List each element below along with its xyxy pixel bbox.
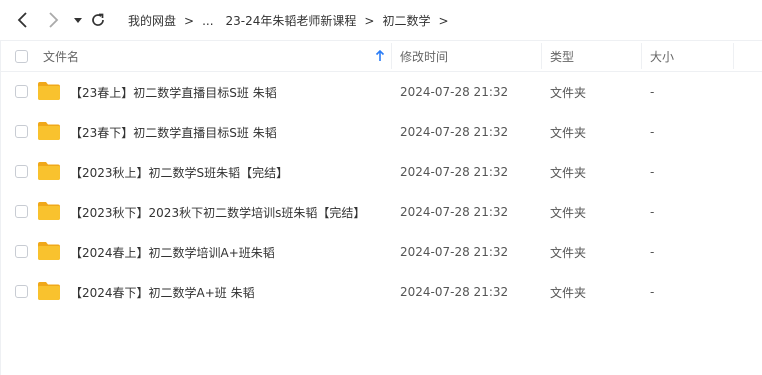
column-header-modified[interactable]: 修改时间 — [400, 41, 448, 72]
folder-icon — [38, 202, 60, 220]
table-header: 文件名 修改时间 类型 大小 — [0, 40, 762, 72]
history-dropdown-button[interactable] — [68, 10, 88, 30]
folder-icon — [38, 122, 60, 140]
chevron-right-icon — [49, 12, 59, 28]
file-name[interactable]: 【2023秋上】初二数学S班朱韬【完结】 — [70, 152, 288, 192]
file-size: - — [650, 245, 655, 259]
refresh-button[interactable] — [88, 10, 108, 30]
table-row[interactable]: 【2024春下】初二数学A+班 朱韬 2024-07-28 21:32 文件夹 … — [0, 272, 762, 312]
table-row[interactable]: 【23春上】初二数学直播目标S班 朱韬 2024-07-28 21:32 文件夹… — [0, 72, 762, 112]
caret-down-icon — [74, 18, 82, 23]
breadcrumb: 我的网盘 > ... 23-24年朱韬老师新课程 > 初二数学 > — [128, 12, 457, 29]
file-size: - — [650, 285, 655, 299]
row-checkbox[interactable] — [15, 85, 28, 98]
column-header-type[interactable]: 类型 — [550, 41, 574, 72]
column-divider — [391, 43, 392, 69]
column-header-name[interactable]: 文件名 — [43, 41, 79, 72]
file-type: 文件夹 — [550, 85, 587, 100]
file-name[interactable]: 【23春上】初二数学直播目标S班 朱韬 — [70, 72, 277, 112]
row-checkbox[interactable] — [15, 245, 28, 258]
file-name[interactable]: 【23春下】初二数学直播目标S班 朱韬 — [70, 112, 277, 152]
table-row[interactable]: 【2023秋上】初二数学S班朱韬【完结】 2024-07-28 21:32 文件… — [0, 152, 762, 192]
file-type: 文件夹 — [550, 125, 587, 140]
file-size: - — [650, 205, 655, 219]
row-checkbox[interactable] — [15, 165, 28, 178]
breadcrumb-separator: > — [438, 13, 449, 28]
select-all-checkbox[interactable] — [15, 50, 28, 63]
file-size: - — [650, 125, 655, 139]
file-modified: 2024-07-28 21:32 — [400, 245, 509, 259]
row-checkbox[interactable] — [15, 205, 28, 218]
chevron-left-icon — [17, 12, 27, 28]
folder-icon — [38, 82, 60, 100]
row-checkbox[interactable] — [15, 125, 28, 138]
column-header-size[interactable]: 大小 — [650, 41, 674, 72]
file-size: - — [650, 85, 655, 99]
file-type: 文件夹 — [550, 205, 587, 220]
breadcrumb-item-course[interactable]: 23-24年朱韬老师新课程 — [226, 12, 357, 29]
file-modified: 2024-07-28 21:32 — [400, 85, 509, 99]
column-divider — [641, 43, 642, 69]
file-modified: 2024-07-28 21:32 — [400, 165, 509, 179]
row-checkbox[interactable] — [15, 285, 28, 298]
table-row[interactable]: 【2023秋下】2023秋下初二数学培训s班朱韬【完结】 2024-07-28 … — [0, 192, 762, 232]
folder-icon — [38, 162, 60, 180]
folder-icon — [38, 282, 60, 300]
file-modified: 2024-07-28 21:32 — [400, 125, 509, 139]
breadcrumb-item-current[interactable]: 初二数学 — [382, 12, 430, 29]
back-button[interactable] — [13, 10, 33, 30]
file-name[interactable]: 【2023秋下】2023秋下初二数学培训s班朱韬【完结】 — [70, 192, 365, 232]
file-type: 文件夹 — [550, 245, 587, 260]
file-modified: 2024-07-28 21:32 — [400, 205, 509, 219]
column-divider — [541, 43, 542, 69]
breadcrumb-separator: > — [184, 13, 195, 28]
file-modified: 2024-07-28 21:32 — [400, 285, 509, 299]
table-row[interactable]: 【23春下】初二数学直播目标S班 朱韬 2024-07-28 21:32 文件夹… — [0, 112, 762, 152]
breadcrumb-separator: > — [364, 13, 375, 28]
sort-up-arrow-icon[interactable] — [375, 50, 385, 62]
breadcrumb-item-ellipsis[interactable]: ... — [202, 14, 213, 28]
file-name[interactable]: 【2024春上】初二数学培训A+班朱韬 — [70, 232, 275, 272]
file-size: - — [650, 165, 655, 179]
file-name[interactable]: 【2024春下】初二数学A+班 朱韬 — [70, 272, 255, 312]
refresh-icon — [92, 13, 104, 26]
toolbar: 我的网盘 > ... 23-24年朱韬老师新课程 > 初二数学 > — [0, 0, 762, 40]
file-type: 文件夹 — [550, 285, 587, 300]
table-row[interactable]: 【2024春上】初二数学培训A+班朱韬 2024-07-28 21:32 文件夹… — [0, 232, 762, 272]
breadcrumb-item-root[interactable]: 我的网盘 — [128, 12, 176, 29]
folder-icon — [38, 242, 60, 260]
forward-button[interactable] — [43, 10, 63, 30]
column-divider — [733, 43, 734, 69]
file-type: 文件夹 — [550, 165, 587, 180]
